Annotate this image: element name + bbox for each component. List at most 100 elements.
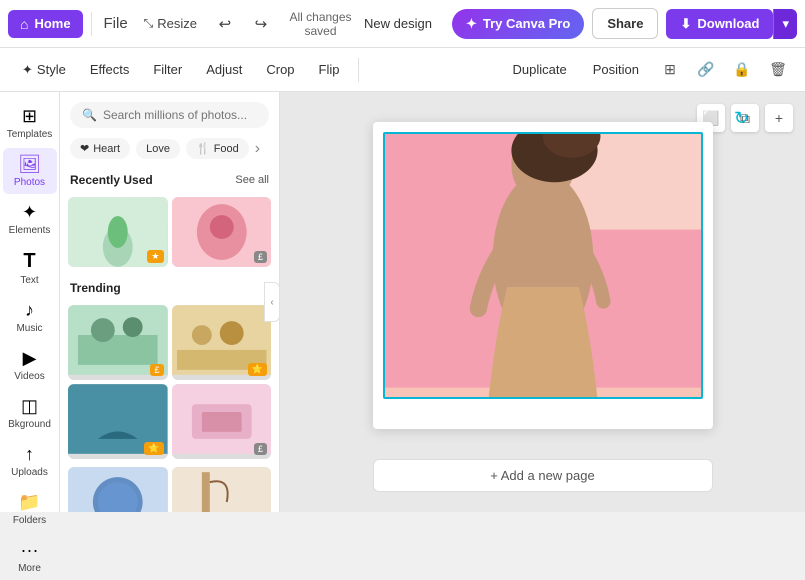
home-label: Home: [34, 16, 70, 31]
photo-badge: ⭐: [248, 363, 267, 376]
delete-button[interactable]: 🗑: [763, 55, 793, 85]
download-dropdown-button[interactable]: ▾: [773, 9, 797, 39]
chip-scroll-right[interactable]: ›: [255, 140, 260, 158]
photo-item[interactable]: ⭐: [68, 384, 168, 459]
music-label: Music: [16, 323, 42, 334]
category-chips: ❤ Heart Love 🍴 Food ›: [60, 134, 279, 167]
templates-icon: ⊞: [22, 106, 37, 127]
background-label: Bkground: [8, 419, 51, 430]
link-button[interactable]: 🔗: [691, 55, 721, 85]
elements-icon: ✦: [22, 202, 37, 223]
photo-item[interactable]: ⭐: [172, 305, 272, 380]
style-button[interactable]: ✦ Style: [12, 57, 76, 83]
crop-button[interactable]: Crop: [256, 57, 304, 82]
image-toolbar: ✦ Style Effects Filter Adjust Crop Flip …: [0, 48, 805, 92]
flip-button[interactable]: Flip: [309, 57, 350, 82]
chip-love[interactable]: Love: [136, 139, 180, 159]
file-button[interactable]: File: [100, 8, 132, 40]
design-name: New design: [364, 16, 432, 31]
position-button[interactable]: Position: [583, 57, 649, 82]
selected-image[interactable]: ↺: [383, 132, 703, 399]
see-all-button[interactable]: See all: [235, 174, 269, 186]
home-icon: ⌂: [20, 16, 28, 32]
sidebar-item-uploads[interactable]: ↑ Uploads: [3, 438, 57, 484]
canvas-background: [385, 134, 701, 397]
nav-right-actions: New design ✦ Try Canva Pro Share ⬇ Downl…: [364, 8, 797, 39]
sidebar-item-videos[interactable]: ▶ Videos: [3, 342, 57, 388]
photo-badge: £: [254, 251, 267, 263]
photos-label: Photos: [14, 177, 45, 188]
sidebar-item-elements[interactable]: ✦ Elements: [3, 196, 57, 242]
search-input[interactable]: [103, 108, 257, 122]
undo-button[interactable]: ↩: [209, 8, 241, 40]
refresh-button[interactable]: ↻: [734, 108, 749, 129]
add-page-button[interactable]: + Add a new page: [373, 459, 713, 492]
photos-panel: 🔍 ❤ Heart Love 🍴 Food › Recently Used: [60, 92, 280, 512]
photo-item[interactable]: ★: [68, 197, 168, 267]
photo-badge-pro: ★: [147, 250, 163, 263]
recently-used-header: Recently Used See all: [68, 167, 271, 193]
add-button[interactable]: +: [765, 104, 793, 132]
canvas-area: ⬜ ⧉ + ↻: [280, 92, 805, 512]
photo-item[interactable]: [68, 467, 168, 512]
home-button[interactable]: ⌂ Home: [8, 10, 83, 38]
filter-button[interactable]: Filter: [143, 57, 192, 82]
top-navigation: ⌂ Home File ⤡ Resize ↩ ↪ All changes sav…: [0, 0, 805, 48]
redo-button[interactable]: ↪: [245, 8, 277, 40]
filter-label: Filter: [153, 62, 182, 77]
sidebar-icons: ⊞ Templates 🖼 Photos ✦ Elements T Text ♪…: [0, 92, 60, 512]
recently-used-title: Recently Used: [70, 173, 153, 187]
duplicate-button[interactable]: Duplicate: [503, 57, 577, 82]
resize-label: Resize: [157, 16, 197, 31]
photo-item[interactable]: £: [68, 305, 168, 380]
hide-panel-button[interactable]: ‹: [264, 282, 280, 322]
search-icon: 🔍: [82, 108, 97, 122]
food-emoji: 🍴: [196, 142, 210, 155]
duplicate-label: Duplicate: [513, 62, 567, 77]
share-button[interactable]: Share: [592, 8, 658, 39]
lock-button[interactable]: 🔒: [727, 55, 757, 85]
uploads-label: Uploads: [11, 467, 48, 478]
search-input-wrap[interactable]: 🔍: [70, 102, 269, 128]
sidebar-item-folders[interactable]: 📁 Folders: [3, 486, 57, 532]
videos-label: Videos: [14, 371, 44, 382]
sidebar-item-text[interactable]: T Text: [3, 244, 57, 292]
main-layout: ⊞ Templates 🖼 Photos ✦ Elements T Text ♪…: [0, 92, 805, 512]
sidebar-item-more[interactable]: ··· More: [3, 534, 57, 580]
effects-label: Effects: [90, 62, 130, 77]
sidebar-item-photos[interactable]: 🖼 Photos: [3, 148, 57, 194]
star-icon: ✦: [466, 16, 477, 32]
text-label: Text: [20, 275, 38, 286]
nav-separator: [91, 12, 92, 36]
folders-label: Folders: [13, 515, 46, 526]
download-button[interactable]: ⬇ Download: [666, 9, 773, 39]
chip-food[interactable]: 🍴 Food: [186, 138, 249, 159]
position-label: Position: [593, 62, 639, 77]
download-icon: ⬇: [680, 16, 691, 32]
photo-item[interactable]: £: [172, 384, 272, 459]
grid-view-button[interactable]: ⊞: [655, 55, 685, 85]
photo-item[interactable]: £: [172, 197, 272, 267]
text-icon: T: [23, 250, 35, 273]
resize-button[interactable]: ⤡ Resize: [136, 8, 205, 40]
photo-badge: £: [254, 443, 267, 455]
resize-icon: ⤡: [144, 16, 154, 31]
save-status: All changes saved: [281, 10, 360, 38]
canvas-page[interactable]: ↺: [373, 122, 713, 429]
toolbar-separator: [358, 58, 359, 82]
elements-label: Elements: [9, 225, 51, 236]
sidebar-item-templates[interactable]: ⊞ Templates: [3, 100, 57, 146]
chip-love-label: Love: [146, 143, 170, 155]
photos-scroll[interactable]: Recently Used See all ★ £: [60, 167, 279, 512]
photo-item[interactable]: £: [172, 467, 272, 512]
adjust-button[interactable]: Adjust: [196, 57, 252, 82]
try-pro-button[interactable]: ✦ Try Canva Pro: [452, 9, 584, 39]
effects-button[interactable]: Effects: [80, 57, 140, 82]
file-label: File: [104, 15, 128, 32]
heart-emoji: ❤: [80, 142, 89, 155]
sidebar-item-music[interactable]: ♪ Music: [3, 294, 57, 340]
chip-heart[interactable]: ❤ Heart: [70, 138, 130, 159]
sidebar-item-background[interactable]: ◫ Bkground: [3, 390, 57, 436]
photo-badge-pro: £: [150, 364, 163, 376]
flip-label: Flip: [319, 62, 340, 77]
